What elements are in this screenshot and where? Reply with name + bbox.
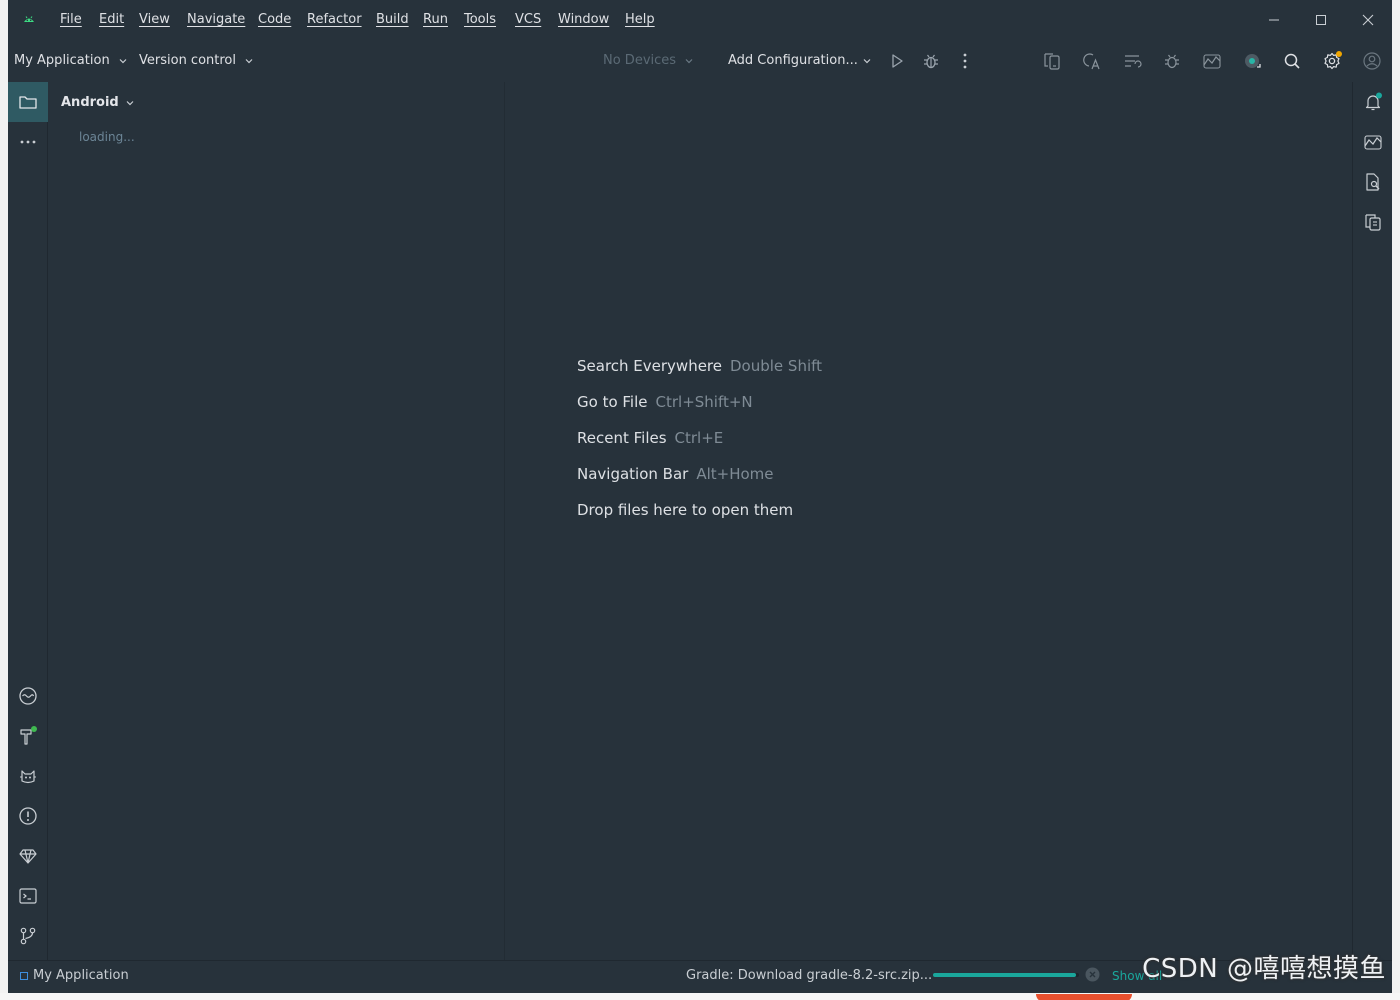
- progress-fill: [933, 973, 1077, 977]
- close-icon[interactable]: [1358, 10, 1378, 30]
- device-selector[interactable]: No Devices: [603, 53, 694, 68]
- left-tool-strip: [8, 82, 48, 960]
- hint-drop-files: Drop files here to open them: [577, 501, 793, 519]
- hint-navigation-bar: Navigation Bar Alt+Home: [577, 465, 774, 483]
- menu-run[interactable]: Run: [423, 12, 448, 27]
- run-configuration-label: Add Configuration...: [728, 53, 858, 68]
- chevron-down-icon: [126, 100, 134, 105]
- profiler-icon[interactable]: [1161, 50, 1183, 72]
- project-view-label: Android: [61, 95, 119, 110]
- more-vertical-icon[interactable]: [954, 50, 976, 72]
- menu-help[interactable]: Help: [625, 12, 655, 27]
- ide-window: File Edit View Navigate Code Refactor Bu…: [8, 0, 1392, 993]
- editor-empty-state: Search Everywhere Double Shift Go to File…: [506, 82, 1351, 960]
- breadcrumb-project: My Application: [33, 968, 129, 983]
- run-icon[interactable]: [886, 50, 908, 72]
- hint-shortcut: Ctrl+E: [674, 429, 724, 447]
- desktop-background-strip: [0, 993, 1400, 1000]
- menu-navigate[interactable]: Navigate: [187, 12, 245, 27]
- main-toolbar: My Application Version control No Device…: [8, 40, 1392, 82]
- device-manager-icon[interactable]: [1041, 50, 1063, 72]
- run-configuration-selector[interactable]: Add Configuration...: [728, 53, 872, 68]
- terminal-icon[interactable]: [17, 885, 39, 907]
- module-icon: [20, 971, 28, 980]
- app-quality-icon[interactable]: [17, 765, 39, 787]
- problems-icon[interactable]: [17, 805, 39, 827]
- project-tree-loading: loading...: [79, 130, 135, 144]
- hint-shortcut: Ctrl+Shift+N: [655, 393, 753, 411]
- hint-recent-files: Recent Files Ctrl+E: [577, 429, 723, 447]
- menu-refactor[interactable]: Refactor: [307, 12, 362, 27]
- translate-icon[interactable]: [1081, 50, 1103, 72]
- project-tool-window: Android loading...: [49, 82, 505, 960]
- background-task-progress: [933, 973, 1079, 977]
- menu-vcs[interactable]: VCS: [515, 12, 541, 27]
- version-control-selector[interactable]: Version control: [139, 53, 254, 68]
- menu-view[interactable]: View: [139, 12, 170, 27]
- chevron-down-icon: [863, 58, 871, 63]
- notifications-icon[interactable]: [1362, 91, 1384, 113]
- chevron-down-icon: [685, 58, 693, 63]
- running-devices-icon[interactable]: [1362, 211, 1384, 233]
- menu-window[interactable]: Window: [558, 12, 609, 27]
- background-task-label[interactable]: Gradle: Download gradle-8.2-src.zip...: [686, 968, 932, 983]
- logcat-icon[interactable]: [17, 685, 39, 707]
- more-horizontal-icon[interactable]: [17, 131, 39, 153]
- menu-edit[interactable]: Edit: [99, 12, 124, 27]
- gemini-icon[interactable]: [1241, 50, 1263, 72]
- hint-shortcut: Double Shift: [730, 357, 823, 375]
- cancel-task-icon[interactable]: [1085, 967, 1100, 982]
- gemini-icon[interactable]: [17, 845, 39, 867]
- hint-label: Navigation Bar: [577, 465, 689, 483]
- settings-icon[interactable]: [1321, 50, 1343, 72]
- device-file-explorer-icon[interactable]: [1362, 171, 1384, 193]
- minimize-icon[interactable]: [1264, 10, 1284, 30]
- hint-search-everywhere: Search Everywhere Double Shift: [577, 357, 822, 375]
- chevron-down-icon: [119, 58, 127, 63]
- menu-file[interactable]: File: [60, 12, 82, 27]
- sync-icon[interactable]: [1121, 50, 1143, 72]
- hint-label: Recent Files: [577, 429, 667, 447]
- csdn-watermark: CSDN @嘻嘻想摸鱼: [1142, 954, 1386, 984]
- hint-label: Drop files here to open them: [577, 501, 794, 519]
- git-icon[interactable]: [17, 925, 39, 947]
- app-inspection-icon[interactable]: [1201, 50, 1223, 72]
- gemini-icon[interactable]: [1362, 131, 1384, 153]
- menu-code[interactable]: Code: [258, 12, 291, 27]
- build-icon[interactable]: [17, 725, 39, 747]
- menu-build[interactable]: Build: [376, 12, 409, 27]
- menu-tools[interactable]: Tools: [464, 12, 496, 27]
- hint-go-to-file: Go to File Ctrl+Shift+N: [577, 393, 753, 411]
- account-icon[interactable]: [1361, 50, 1383, 72]
- project-folder-icon[interactable]: [8, 82, 48, 122]
- search-icon[interactable]: [1281, 50, 1303, 72]
- debug-icon[interactable]: [920, 50, 942, 72]
- device-label: No Devices: [603, 53, 677, 68]
- breadcrumb[interactable]: My Application: [20, 968, 129, 983]
- chevron-down-icon: [245, 58, 253, 63]
- menu-bar: File Edit View Navigate Code Refactor Bu…: [8, 0, 1392, 40]
- maximize-icon[interactable]: [1311, 10, 1331, 30]
- project-name: My Application: [14, 53, 110, 68]
- android-studio-logo-icon: [24, 16, 34, 22]
- hint-shortcut: Alt+Home: [696, 465, 774, 483]
- hint-label: Search Everywhere: [577, 357, 722, 375]
- background-app-fragment: [1036, 994, 1132, 1000]
- version-control-label: Version control: [139, 53, 236, 68]
- hint-label: Go to File: [577, 393, 648, 411]
- project-selector[interactable]: My Application: [14, 53, 128, 68]
- right-tool-strip: [1352, 82, 1392, 960]
- project-view-selector[interactable]: Android: [61, 95, 135, 110]
